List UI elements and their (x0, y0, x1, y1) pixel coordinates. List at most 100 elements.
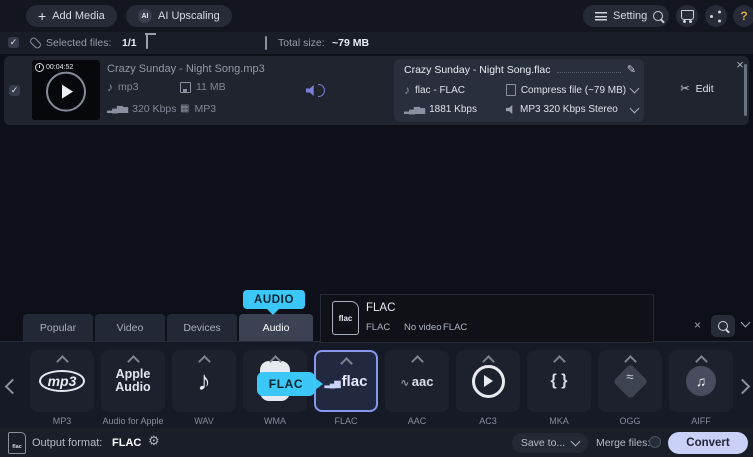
audio-preset-dropdown[interactable]: MP3 320 Kbps Stereo (506, 103, 640, 115)
format-label: MKA (549, 416, 569, 426)
merge-files-toggle[interactable] (649, 436, 661, 448)
total-size-label: Total size: (278, 37, 325, 49)
tooltip-audio: FLAC (443, 322, 468, 333)
output-file-badge-label: flac (12, 444, 22, 450)
wave-arc-shape (318, 84, 325, 97)
output-format-value: FLAC (112, 437, 142, 449)
format-item: ♫ AIFF (669, 350, 733, 426)
store-button[interactable] (676, 5, 698, 27)
codec-icon (180, 104, 189, 114)
ai-upscaling-label: AI Upscaling (158, 10, 220, 22)
merge-files-label: Merge files: (596, 437, 651, 449)
source-codec: MP3 (180, 103, 216, 115)
convert-button[interactable]: Convert (668, 432, 748, 454)
audio-waves-icon (306, 84, 325, 97)
share-button[interactable] (705, 5, 727, 27)
source-codec-value: MP3 (194, 103, 217, 115)
expand-chevron-icon[interactable] (127, 355, 140, 368)
duration-text: 00:04:52 (46, 64, 74, 71)
format-card[interactable]: mp3 (30, 350, 94, 412)
output-file-badge-icon: flac (8, 432, 26, 454)
scissors-icon: ✂ (680, 82, 690, 95)
file-checkbox[interactable] (9, 85, 20, 96)
trash-icon[interactable] (146, 35, 148, 49)
output-format-label: Output format: (32, 437, 103, 449)
format-item: flac FLAC (314, 350, 378, 426)
output-bitrate-value: 1881 Kbps (429, 104, 477, 115)
expand-chevron-icon[interactable] (56, 355, 69, 368)
format-card[interactable] (456, 350, 520, 412)
format-card[interactable]: ♪ (172, 350, 236, 412)
expand-chevron-icon[interactable] (411, 355, 424, 368)
format-logo: mp3 (38, 370, 86, 392)
search-list-button[interactable] (711, 315, 735, 337)
format-label: WAV (194, 416, 214, 426)
bottom-bar: flac Output format: FLAC ⚙ Save to... Me… (0, 428, 753, 457)
format-carousel: mp3 MP3 Apple Audio Audio for Apple ♪ WA… (0, 341, 753, 429)
add-media-button[interactable]: + Add Media (26, 5, 117, 27)
rename-pencil-icon[interactable]: ✎ (627, 65, 636, 76)
format-logo (612, 363, 648, 399)
search-icon (653, 11, 663, 21)
format-card[interactable]: ♫ (669, 350, 733, 412)
format-tab[interactable]: Devices (167, 314, 237, 341)
speaker-icon (506, 105, 513, 114)
format-item: Apple Audio Audio for Apple (101, 350, 165, 426)
format-card[interactable] (598, 350, 662, 412)
format-tab[interactable]: Video (95, 314, 165, 341)
flac-file-icon: flac (332, 301, 359, 335)
help-button[interactable]: ? (733, 5, 753, 27)
save-to-label: Save to... (520, 437, 566, 449)
expand-chevron-icon[interactable] (340, 357, 353, 370)
output-format: ♪ flac - FLAC (404, 84, 465, 96)
edit-button[interactable]: ✂ Edit (652, 78, 742, 100)
duration-badge: 00:04:52 (35, 63, 73, 72)
file-title: Crazy Sunday - Night Song.mp3 (107, 63, 265, 75)
tab-label: Video (116, 321, 144, 334)
ai-upscaling-button[interactable]: AI AI Upscaling (126, 5, 232, 27)
collapse-chevron-icon[interactable] (740, 317, 751, 328)
select-all-checkbox[interactable] (8, 37, 19, 48)
play-button[interactable] (46, 71, 86, 112)
file-thumbnail[interactable]: 00:04:52 (32, 60, 100, 120)
expand-chevron-icon[interactable] (553, 355, 566, 368)
format-label: OGG (619, 416, 641, 426)
format-tab[interactable]: Popular (23, 314, 93, 341)
file-icon (265, 36, 267, 50)
format-logo: ♫ (686, 366, 716, 396)
format-label: WMA (264, 416, 286, 426)
format-logo: { } (550, 372, 568, 389)
selected-files-label: Selected files: (46, 37, 112, 49)
format-tooltip: flac FLAC FLAC No video FLAC (320, 294, 654, 343)
carousel-right-button[interactable] (734, 378, 750, 394)
paperclip-icon (28, 36, 43, 50)
format-tabs: Popular Video Devices Audio (23, 314, 313, 341)
format-card[interactable]: Apple Audio (101, 350, 165, 412)
speaker-wave-shape (306, 85, 314, 96)
carousel-left-button[interactable] (4, 378, 20, 394)
format-logo: flac (325, 373, 368, 390)
gear-icon[interactable]: ⚙ (148, 434, 160, 447)
source-bitrate-value: 320 Kbps (132, 103, 177, 115)
format-card[interactable]: aac (385, 350, 449, 412)
compress-dropdown[interactable]: Compress file (~79 MB) (506, 83, 640, 96)
format-item: { } MKA (527, 350, 591, 426)
save-to-button[interactable]: Save to... (512, 433, 588, 453)
scrollbar-thumb[interactable] (744, 64, 747, 116)
add-media-label: Add Media (52, 10, 105, 22)
format-logo: aac (401, 374, 434, 389)
help-icon: ? (740, 9, 748, 23)
format-card[interactable]: flac (314, 350, 378, 412)
clear-search-icon[interactable]: × (694, 318, 701, 332)
format-card[interactable]: { } (527, 350, 591, 412)
format-label: Audio for Apple (102, 416, 164, 426)
tab-label: Popular (39, 321, 77, 334)
compress-value: Compress file (~79 MB) (520, 84, 627, 96)
tooltip-title: FLAC (366, 302, 396, 314)
search-button[interactable] (647, 5, 669, 27)
format-label: AIFF (691, 416, 711, 426)
flac-file-icon-label: flac (338, 313, 353, 323)
format-tab[interactable]: Audio (239, 314, 313, 341)
format-label: AAC (407, 416, 427, 426)
compress-file-icon (506, 84, 516, 96)
